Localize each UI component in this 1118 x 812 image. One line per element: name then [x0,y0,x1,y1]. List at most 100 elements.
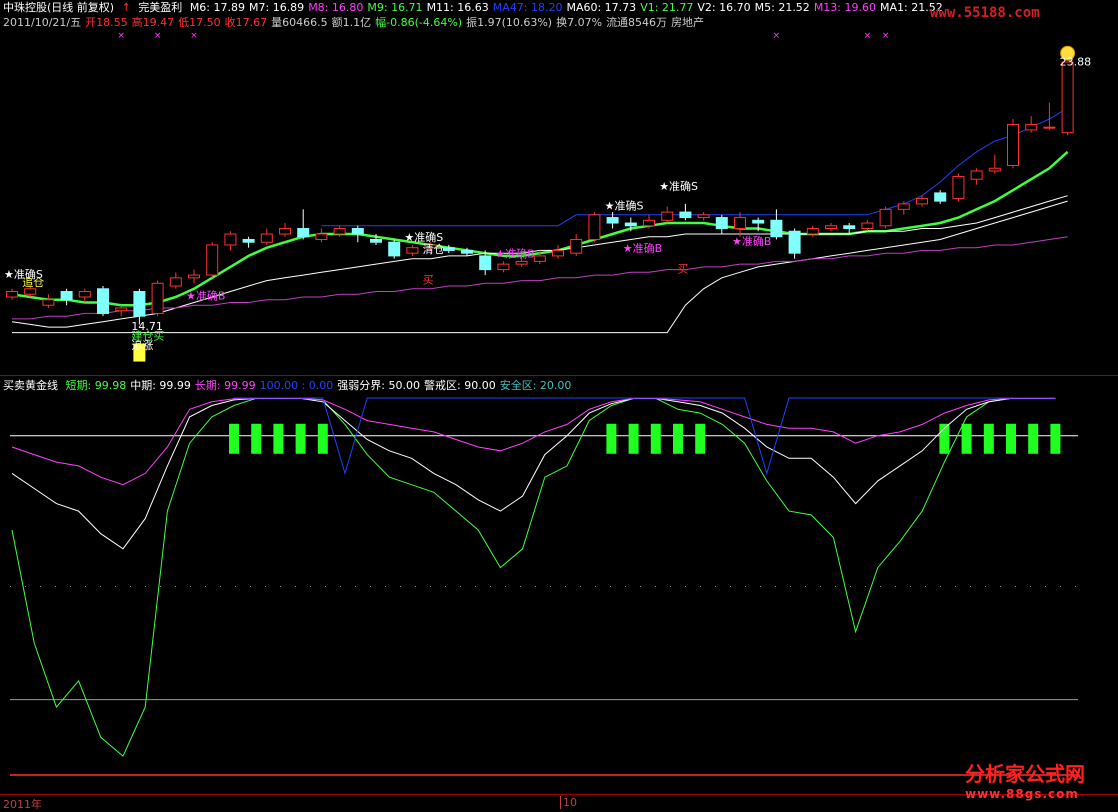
candle-body-2 [42,299,55,306]
ma-line-V2 [12,200,1068,334]
indicator-line-中期 [11,397,1056,550]
top-x-marker-3: × [154,31,162,41]
candle-body-36 [661,211,674,221]
candle-body-9 [169,277,182,287]
candle-body-7 [133,291,146,317]
axis-start-label: 2011年 [3,798,42,811]
candle-body-43 [788,230,801,254]
candle-body-14 [260,233,273,243]
annotation-6: ★准确S [404,231,443,244]
annotation-13: 买 [677,262,688,275]
candle-body-3 [60,291,73,301]
candle-body-24 [442,247,455,251]
top-x-marker-7: × [882,31,890,41]
candle-body-5 [97,288,109,314]
candle-body-47 [861,222,874,230]
annotation-10: ★准确S [605,199,644,212]
annotation-8: 买 [423,273,434,286]
candle-body-50 [916,197,928,205]
candle-body-26 [479,255,492,271]
candle-body-44 [806,228,819,235]
annotation-14: ★准确B [732,235,771,248]
candle-body-15 [279,228,291,235]
candle-body-48 [879,208,892,227]
signal-bar-9 [695,423,706,454]
signal-bar-12 [983,423,994,454]
candle-body-10 [188,274,200,279]
candle-body-55 [1007,123,1019,167]
candle-body-53 [970,170,983,180]
candle-body-0 [6,291,18,298]
signal-bar-7 [650,423,661,454]
annotation-1: 追仓 [22,275,44,289]
candle-body-25 [461,249,473,254]
signal-bar-3 [295,423,306,454]
candle-body-4 [78,291,91,298]
candle-body-21 [388,241,401,257]
candle-body-6 [115,307,128,312]
watermark-bottom-title: 分析家公式网 [965,762,1085,786]
candle-body-40 [734,217,746,230]
candle-body-32 [588,214,601,240]
candle-body-45 [825,225,837,230]
candle-body-38 [697,214,710,219]
candle-body-34 [624,222,637,227]
candle-body-18 [333,228,346,235]
signal-bar-0 [229,423,239,454]
candle-body-52 [952,175,965,199]
signal-bar-4 [317,423,328,454]
candle-body-11 [206,244,219,276]
time-axis [0,794,1118,810]
annotation-12: ★准确B [623,242,662,255]
candle-body-1 [24,288,37,295]
candle-body-30 [552,249,564,257]
candle-body-56 [1025,123,1038,131]
annotation-5: 追涨 [131,338,153,352]
signal-bar-8 [673,423,683,454]
signal-bar-2 [273,423,284,454]
top-x-marker-5: × [773,31,781,41]
candle-body-20 [370,238,382,243]
top-x-marker-6: × [864,31,872,41]
signal-bar-5 [606,423,617,454]
candle-body-41 [752,219,765,224]
signal-bar-15 [1050,423,1061,454]
indicator-line-长期 [11,397,1056,486]
signal-bar-1 [251,423,262,454]
candle-body-22 [406,247,419,254]
candle-body-49 [897,203,910,210]
candle-body-29 [533,255,546,262]
annotation-15: 23.88 [1060,56,1092,69]
axis-mid-label: 10 [560,796,577,809]
signal-bar-13 [1006,423,1016,454]
annotation-7: 清仓 [423,242,445,256]
candle-body-17 [315,233,328,240]
candle-body-58 [1061,61,1074,134]
panel-divider [0,375,1118,376]
annotation-2: ★准确B [186,290,225,303]
candle-body-35 [643,219,655,227]
watermark-top: www.55188.com [930,5,1040,21]
signal-bar-6 [628,423,639,454]
ma-line-MA47 [321,107,1068,227]
top-x-marker-2: × [117,31,125,41]
indicator-line-短期 [11,397,1056,757]
candle-body-28 [515,260,528,265]
candle-body-16 [297,228,310,238]
candle-body-46 [843,225,856,230]
signal-bar-11 [961,423,972,454]
candle-body-42 [770,219,783,238]
top-x-marker-4: × [190,31,198,41]
candle-body-54 [988,167,1001,172]
candle-body-12 [224,233,237,246]
chart-canvas[interactable]: × × × × × ×★准确S追仓★准确B14.71建仓买追涨★准确S清仓买★准确B★准确… [0,0,1118,809]
candle-body-8 [151,282,164,314]
signal-bar-14 [1028,423,1039,454]
candle-body-33 [606,217,619,224]
candle-body-39 [715,217,728,230]
candle-body-31 [570,238,583,254]
candle-body-19 [351,228,364,235]
candle-body-37 [679,211,692,219]
candle-body-13 [242,238,255,243]
watermark-bottom-url: www.88gs.com [965,787,1079,801]
